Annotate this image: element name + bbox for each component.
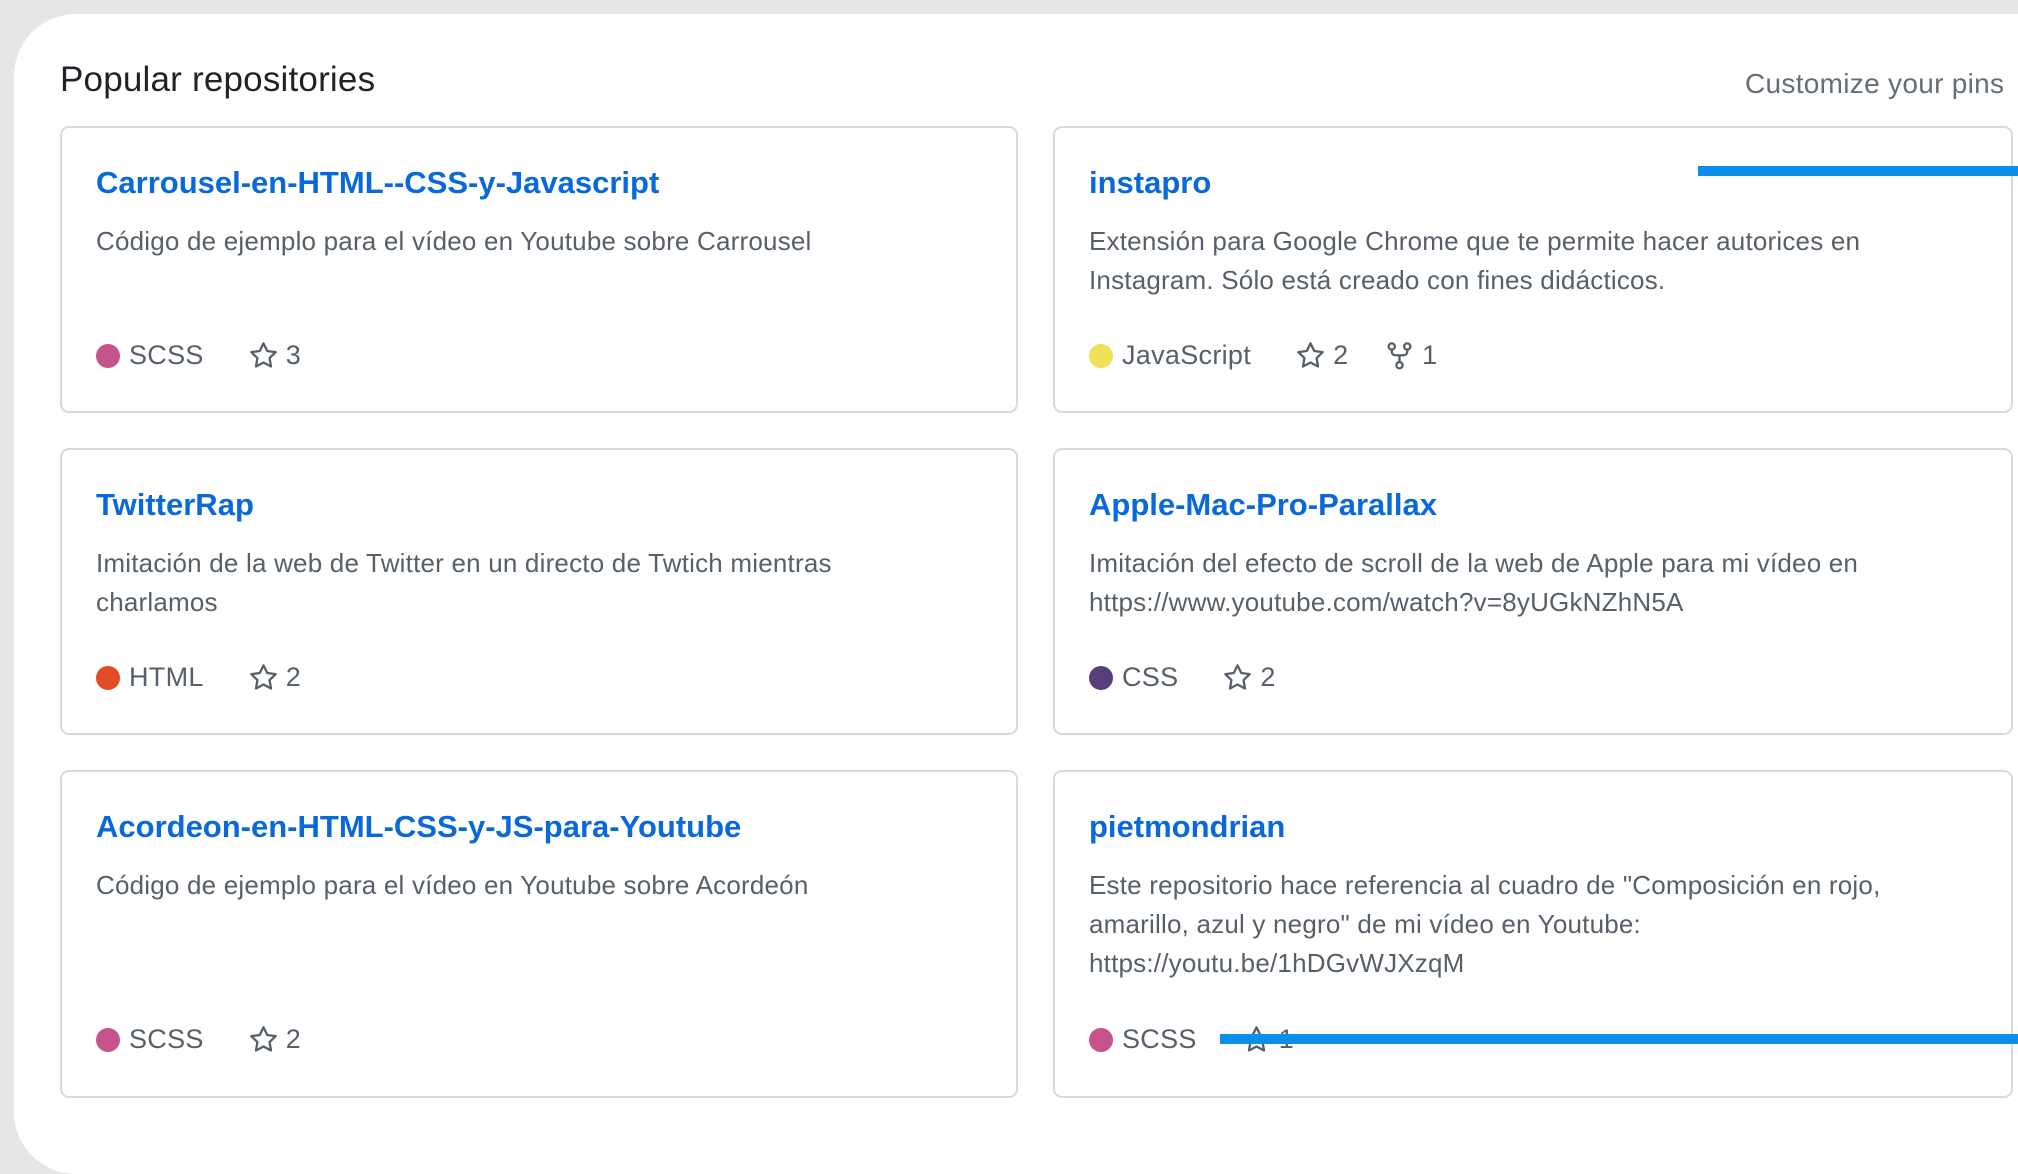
- repo-name-link[interactable]: Acordeon-en-HTML-CSS-y-JS-para-Youtube: [96, 809, 741, 845]
- repo-meta: SCSS 2: [96, 1024, 337, 1055]
- forks-link[interactable]: 1: [1384, 340, 1437, 371]
- language-color-dot: [96, 665, 120, 690]
- repo-name-link[interactable]: TwitterRap: [96, 487, 254, 523]
- repo-description: Código de ejemplo para el vídeo en Youtu…: [96, 870, 809, 900]
- repo-meta: CSS 2: [1089, 662, 1311, 693]
- stars-count: 2: [1260, 662, 1276, 692]
- repo-meta: SCSS 3: [96, 340, 337, 371]
- repo-language: SCSS: [1122, 1024, 1197, 1054]
- stars-count: 3: [285, 340, 301, 370]
- language-color-dot: [96, 343, 120, 368]
- repo-description: Extensión para Google Chrome que te perm…: [1089, 226, 1861, 295]
- forks-count: 1: [1422, 340, 1438, 370]
- stars-count: 2: [285, 662, 301, 692]
- stars-link[interactable]: 2: [248, 1024, 301, 1055]
- star-icon: [1224, 664, 1252, 690]
- customize-pins-link[interactable]: Customize your pins: [1745, 68, 2004, 100]
- star-icon: [1297, 342, 1324, 368]
- section-title: Popular repositories: [60, 60, 376, 99]
- annotation-line-bottom: [1220, 1034, 2018, 1044]
- annotation-line-top: [1698, 166, 2018, 176]
- repo-description: Código de ejemplo para el vídeo en Youtu…: [96, 226, 812, 256]
- repo-description: Imitación del efecto de scroll de la web…: [1089, 548, 1859, 617]
- stars-link[interactable]: 3: [248, 340, 301, 371]
- repo-card: TwitterRap Imitación de la web de Twitte…: [60, 448, 1018, 735]
- repo-card: Apple-Mac-Pro-Parallax Imitación del efe…: [1053, 448, 2013, 735]
- repo-language: SCSS: [129, 340, 204, 370]
- star-icon: [249, 342, 277, 368]
- repo-description: Este repositorio hace referencia al cuad…: [1089, 870, 1881, 978]
- stars-count: 2: [285, 1024, 301, 1054]
- repo-name-link[interactable]: Carrousel-en-HTML--CSS-y-Javascript: [96, 165, 659, 201]
- repo-card: Carrousel-en-HTML--CSS-y-Javascript Códi…: [60, 126, 1018, 413]
- repo-name-link[interactable]: pietmondrian: [1089, 809, 1285, 845]
- language-color-dot: [96, 1027, 120, 1052]
- star-icon: [249, 1026, 277, 1052]
- language-color-dot: [1089, 343, 1113, 368]
- repo-card: pietmondrian Este repositorio hace refer…: [1053, 770, 2013, 1098]
- repo-language: JavaScript: [1122, 340, 1252, 370]
- repo-language: CSS: [1122, 662, 1179, 692]
- repo-card: Acordeon-en-HTML-CSS-y-JS-para-Youtube C…: [60, 770, 1018, 1098]
- language-color-dot: [1089, 1027, 1113, 1052]
- repo-forked-icon: [1387, 342, 1412, 370]
- stars-count: 2: [1333, 340, 1349, 370]
- stars-link[interactable]: 2: [1222, 662, 1275, 693]
- stars-link[interactable]: 2: [248, 662, 301, 693]
- language-color-dot: [1089, 665, 1113, 690]
- repo-name-link[interactable]: instapro: [1089, 165, 1211, 201]
- star-icon: [249, 664, 277, 690]
- repo-meta: HTML 2: [96, 662, 337, 693]
- repo-meta: JavaScript 2 1: [1089, 340, 1473, 371]
- stars-link[interactable]: 2: [1295, 340, 1348, 371]
- repo-language: SCSS: [129, 1024, 204, 1054]
- repo-language: HTML: [129, 662, 204, 692]
- repo-name-link[interactable]: Apple-Mac-Pro-Parallax: [1089, 487, 1437, 523]
- repo-description: Imitación de la web de Twitter en un dir…: [96, 548, 832, 617]
